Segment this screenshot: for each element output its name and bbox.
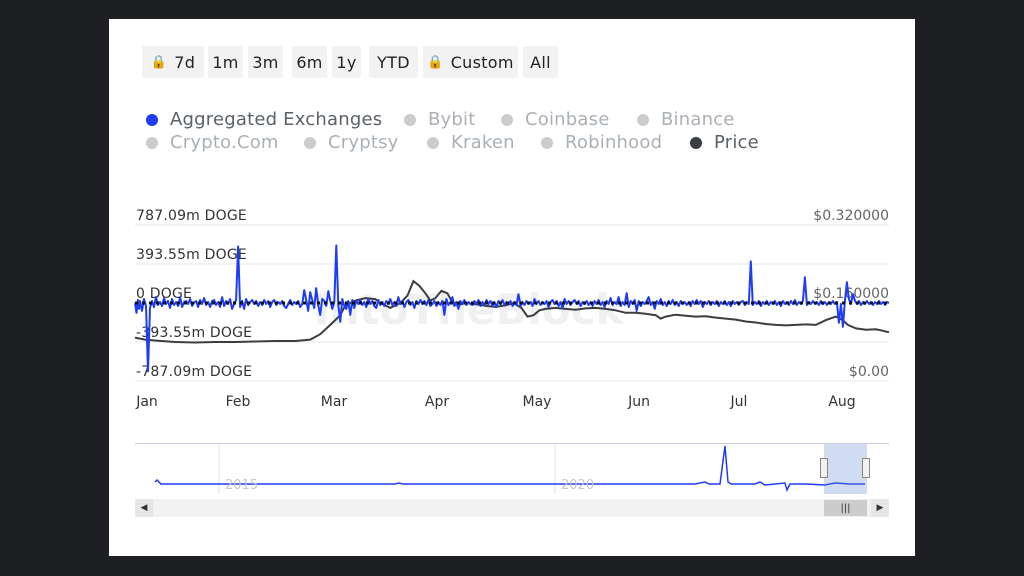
navigator-series-line — [154, 445, 865, 493]
navigator[interactable]: 2015 2020 — [135, 443, 889, 494]
navigator-selection[interactable] — [824, 444, 867, 494]
nav-label-2020: 2020 — [561, 478, 595, 493]
right-arrow-icon: ▶ — [876, 503, 884, 513]
scrollbar[interactable]: ◀ ||| ▶ — [135, 499, 889, 517]
chart-card: 🔒 7d 1m 3m 6m 1y YTD 🔒 Custom All Aggregated Exch… — [109, 19, 915, 556]
nav-label-2015: 2015 — [225, 478, 259, 493]
scroll-left-button[interactable]: ◀ — [135, 499, 153, 517]
scroll-thumb[interactable]: ||| — [824, 500, 867, 516]
grip-icon: ||| — [840, 502, 851, 514]
left-arrow-icon: ◀ — [140, 503, 148, 513]
navigator-right-handle[interactable] — [862, 458, 870, 478]
navigator-left-handle[interactable] — [820, 458, 828, 478]
scroll-right-button[interactable]: ▶ — [871, 499, 889, 517]
